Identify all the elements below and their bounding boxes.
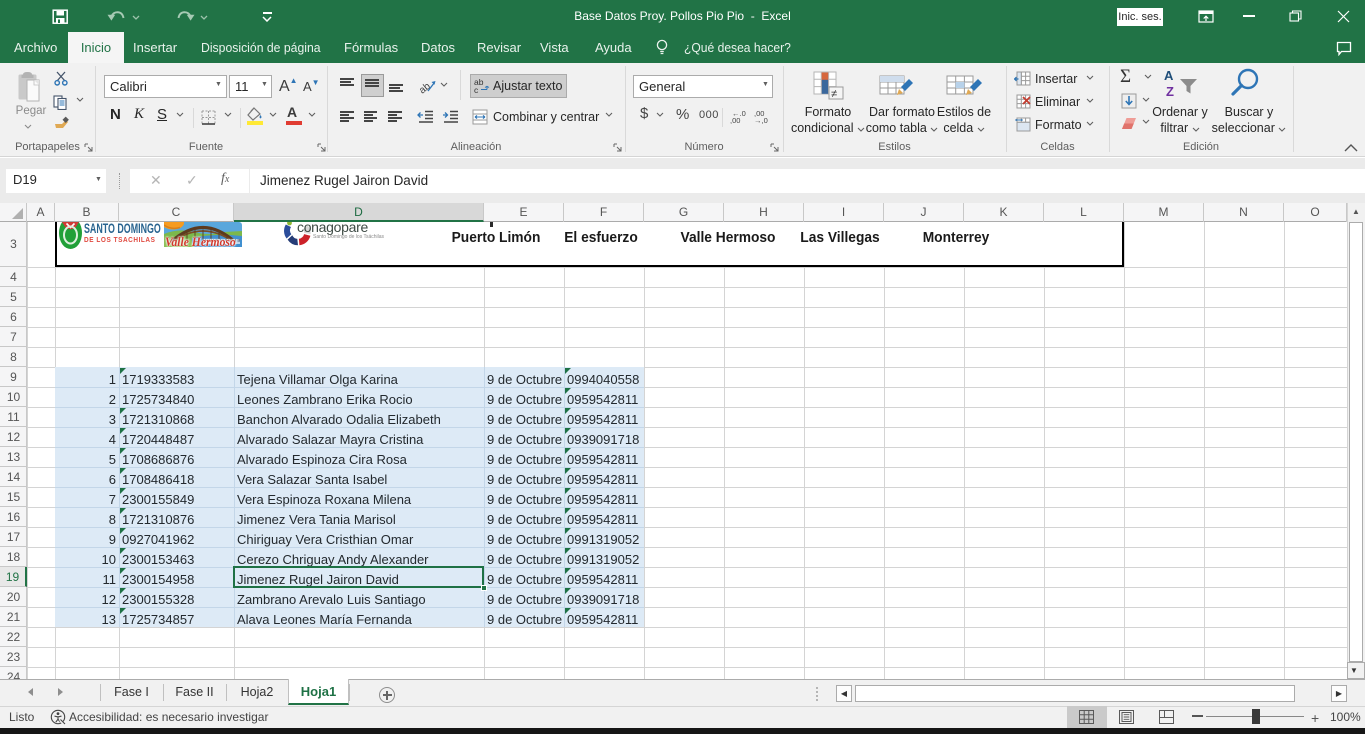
svg-text:,00: ,00 [730,116,740,124]
svg-text:≠: ≠ [831,88,837,100]
svg-text:→,0: →,0 [754,116,768,124]
